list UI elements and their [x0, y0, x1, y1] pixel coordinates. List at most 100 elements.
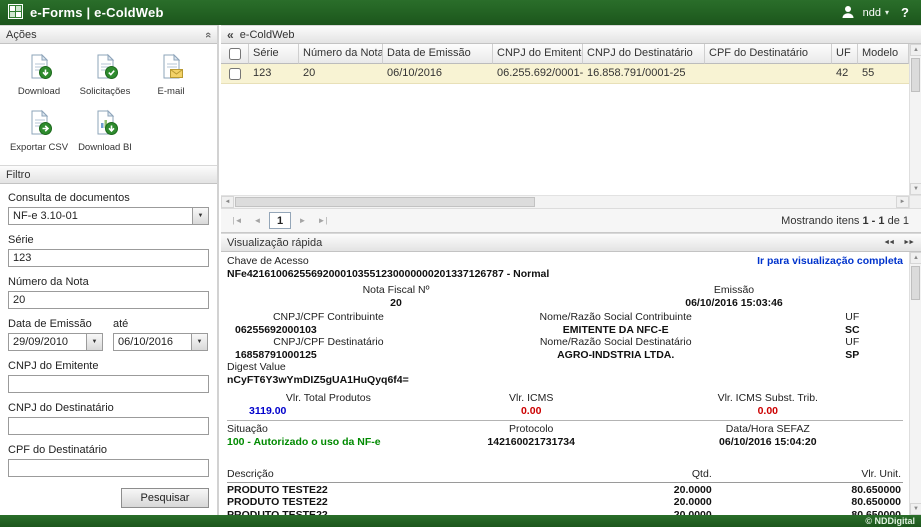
column-header-serie[interactable]: Série: [249, 44, 299, 64]
pesquisar-button[interactable]: Pesquisar: [121, 488, 209, 508]
showing-suffix: de 1: [888, 215, 909, 227]
consulta-select-value[interactable]: [9, 208, 192, 224]
email-document-icon: [158, 53, 185, 83]
nota-emissao-values: 20 06/10/2016 15:03:46: [227, 297, 903, 310]
previous-page-button[interactable]: ◄: [249, 212, 266, 229]
chevron-down-icon[interactable]: ▼: [86, 334, 102, 350]
download-document-icon: [26, 53, 53, 83]
uf-contribuinte-label: UF: [802, 311, 903, 324]
item-descricao: PRODUTO TESTE22: [227, 496, 565, 509]
chevron-down-icon[interactable]: ▼: [191, 334, 207, 350]
scrollbar-thumb[interactable]: [911, 58, 920, 92]
vlr-total-produtos-label: Vlr. Total Produtos: [227, 392, 430, 405]
cell-cnpj-emitente: 06.255.692/0001-03: [493, 64, 583, 83]
cpf-destinatario-input[interactable]: [8, 459, 209, 477]
valores-values: 3119.00 0.00 0.00: [227, 405, 903, 418]
consulta-label: Consulta de documentos: [8, 192, 209, 204]
full-view-link[interactable]: Ir para visualização completa: [757, 255, 903, 268]
date-from-input[interactable]: [9, 334, 86, 350]
field-numero-nota: Número da Nota: [8, 276, 209, 309]
showing-prefix: Mostrando itens: [781, 215, 859, 227]
column-header-modelo[interactable]: Modelo: [858, 44, 909, 64]
preview-vertical-scrollbar[interactable]: ▲ ▼: [909, 252, 921, 515]
vlr-icms-label: Vlr. ICMS: [430, 392, 633, 405]
scrollbar-thumb[interactable]: [911, 266, 920, 300]
scroll-up-icon[interactable]: ▲: [910, 252, 921, 264]
scroll-up-icon[interactable]: ▲: [910, 44, 921, 56]
scroll-down-icon[interactable]: ▼: [910, 503, 921, 515]
column-header-uf[interactable]: UF: [832, 44, 858, 64]
column-header-cpf-destinatario[interactable]: CPF do Destinatário: [705, 44, 832, 64]
collapse-panel-icon[interactable]: «: [227, 28, 234, 42]
cnpj-destinatario-input[interactable]: [8, 417, 209, 435]
date-to-picker[interactable]: ▼: [113, 333, 208, 351]
topbar: e-Forms | e-ColdWeb ndd ▾ ?: [0, 0, 921, 25]
vlr-total-produtos-value: 3119.00: [227, 405, 430, 418]
consulta-select[interactable]: ▼: [8, 207, 209, 225]
first-page-button[interactable]: |◄: [229, 212, 246, 229]
next-record-icon[interactable]: ►►: [901, 237, 915, 248]
grid-vertical-scrollbar[interactable]: ▲ ▼: [909, 44, 921, 195]
column-header-cnpj-emitente[interactable]: CNPJ do Emitente: [493, 44, 583, 64]
uf-destinatario-value: SP: [802, 349, 903, 362]
actions-panel-title: Ações: [6, 29, 37, 41]
action-solicitacoes[interactable]: Solicitações: [72, 53, 138, 97]
serie-input[interactable]: [8, 249, 209, 267]
item-descricao: PRODUTO TESTE22: [227, 484, 565, 497]
grid-horizontal-scrollbar[interactable]: ◄ ►: [221, 195, 921, 208]
copyright-text: © NDDigital: [865, 516, 915, 526]
previous-record-icon[interactable]: ◄◄: [881, 237, 895, 248]
numero-nota-input[interactable]: [8, 291, 209, 309]
cnpj-emitente-input[interactable]: [8, 375, 209, 393]
select-all-checkbox[interactable]: [229, 48, 241, 60]
quick-view-panel: Chave de Acesso Ir para visualização com…: [221, 252, 921, 515]
action-email[interactable]: E-mail: [138, 53, 204, 97]
vlr-icms-st-label: Vlr. ICMS Subst. Trib.: [633, 392, 903, 405]
descricao-label: Descrição: [227, 468, 565, 481]
next-page-button[interactable]: ►: [294, 212, 311, 229]
table-row[interactable]: 123 20 06/10/2016 06.255.692/0001-03 16.…: [221, 64, 909, 84]
last-page-button[interactable]: ►|: [314, 212, 331, 229]
situacao-label: Situação: [227, 423, 430, 436]
action-download[interactable]: Download: [6, 53, 72, 97]
digest-value: nCyFT6Y3wYmDIZ5gUA1HuQyq6f4=: [227, 374, 409, 387]
cpf-destinatario-label: CPF do Destinatário: [8, 444, 209, 456]
data-emissao-label: Data de Emissão: [8, 318, 113, 330]
items-header-row: Descrição Qtd. Vlr. Unit.: [227, 468, 903, 483]
scrollbar-thumb[interactable]: [235, 197, 535, 207]
results-panel-header: « e-ColdWeb: [221, 25, 921, 44]
collapse-actions-icon[interactable]: «: [202, 31, 214, 37]
destinatario-labels: CNPJ/CPF Destinatário Nome/Razão Social …: [227, 336, 903, 349]
spacer: [227, 448, 903, 468]
vlr-icms-value: 0.00: [430, 405, 633, 418]
results-grid: Série Número da Nota Data de Emissão CNP…: [221, 44, 921, 195]
user-menu[interactable]: ndd ▾: [863, 7, 889, 19]
column-header-numero-da-nota[interactable]: Número da Nota: [299, 44, 383, 64]
contribuinte-values: 06255692000103 EMITENTE DA NFC-E SC: [227, 324, 903, 337]
item-row: PRODUTO TESTE22 20.0000 80.650000: [227, 496, 903, 509]
vlr-icms-st-value: 0.00: [633, 405, 903, 418]
row-checkbox[interactable]: [229, 68, 241, 80]
situacao-value: 100 - Autorizado o uso da NF-e: [227, 436, 430, 449]
current-page-box[interactable]: 1: [269, 212, 291, 229]
scroll-right-icon[interactable]: ►: [896, 196, 909, 208]
cnpj-destinatario-value: 16858791000125: [227, 349, 430, 362]
chevron-down-icon[interactable]: ▼: [192, 208, 208, 224]
scroll-down-icon[interactable]: ▼: [910, 183, 921, 195]
scroll-left-icon[interactable]: ◄: [221, 196, 234, 208]
date-from-picker[interactable]: ▼: [8, 333, 103, 351]
nome-destinatario-label: Nome/Razão Social Destinatário: [430, 336, 802, 349]
emissao-label: Emissão: [565, 284, 903, 297]
column-header-cnpj-destinatario[interactable]: CNPJ do Destinatário: [583, 44, 705, 64]
action-download-bi[interactable]: Download BI: [72, 109, 138, 153]
date-to-input[interactable]: [114, 334, 191, 350]
data-hora-sefaz-value: 06/10/2016 15:04:20: [633, 436, 903, 449]
help-button[interactable]: ?: [897, 5, 913, 20]
app-title: e-Forms | e-ColdWeb: [30, 5, 164, 20]
scrollbar-track[interactable]: [234, 196, 896, 208]
column-header-data-emissao[interactable]: Data de Emissão: [383, 44, 493, 64]
action-exportar-csv[interactable]: Exportar CSV: [6, 109, 72, 153]
app-logo-icon: [8, 4, 23, 22]
search-row: Pesquisar: [0, 488, 217, 515]
item-row: PRODUTO TESTE22 20.0000 80.650000: [227, 484, 903, 497]
